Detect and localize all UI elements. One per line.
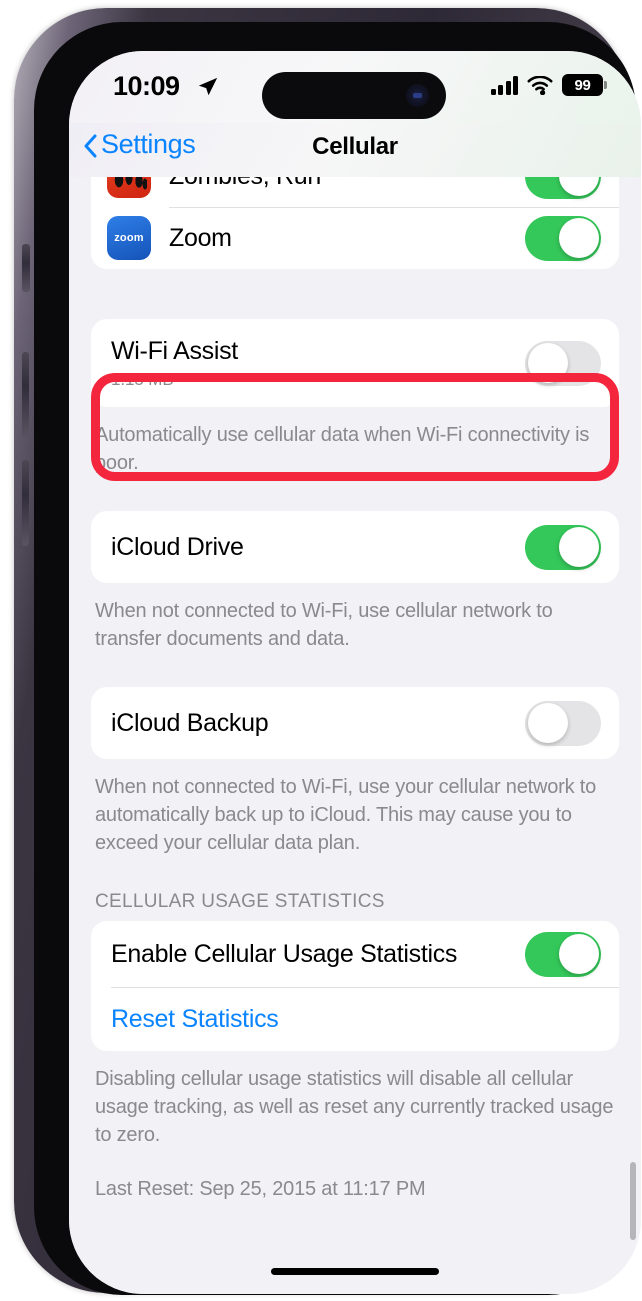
reset-statistics-label: Reset Statistics <box>111 1004 279 1033</box>
toggle-knob <box>558 934 599 974</box>
navigation-bar: Settings Cellular <box>69 123 641 177</box>
volume-up-button[interactable] <box>22 352 29 438</box>
icloud-backup-label: iCloud Backup <box>111 708 269 737</box>
dynamic-island <box>262 72 446 119</box>
toggle-knob <box>527 343 568 383</box>
icloud-drive-card: iCloud Drive <box>91 511 619 583</box>
wifi-assist-row[interactable]: Wi-Fi Assist 1.15 MB <box>91 319 619 407</box>
row-label: Zoom <box>169 223 232 252</box>
enable-statistics-row[interactable]: Enable Cellular Usage Statistics <box>91 921 619 987</box>
table-row[interactable]: zoom Zoom <box>91 207 619 269</box>
settings-list[interactable]: Zombies, Run zoom Zoom <box>69 177 641 1294</box>
home-indicator[interactable] <box>271 1268 439 1275</box>
status-time: 10:09 <box>113 71 180 101</box>
usage-statistics-card: Enable Cellular Usage Statistics Reset S… <box>91 921 619 1051</box>
phone-bezel: 10:09 99 Settings Cellular zoom Zoom Wi-… <box>34 22 641 1295</box>
zoom-toggle[interactable] <box>525 215 601 261</box>
battery-indicator: 99 <box>562 74 607 96</box>
zoom-app-icon: zoom <box>107 216 151 260</box>
status-bar: 10:09 99 <box>69 51 641 123</box>
wifi-assist-toggle[interactable] <box>525 340 601 386</box>
scrollbar[interactable] <box>630 1162 636 1240</box>
toggle-knob <box>558 218 599 258</box>
wifi-assist-usage: 1.15 MB <box>111 369 174 389</box>
zombies-run-toggle[interactable] <box>525 177 601 199</box>
usage-statistics-footnote: Disabling cellular usage statistics will… <box>95 1068 614 1146</box>
icloud-drive-toggle[interactable] <box>525 524 601 570</box>
location-arrow-icon <box>198 77 218 96</box>
icloud-drive-footnote: When not connected to Wi-Fi, use cellula… <box>95 600 553 650</box>
icloud-backup-row[interactable]: iCloud Backup <box>91 687 619 759</box>
apps-card: Zombies, Run zoom Zoom <box>91 177 619 269</box>
icloud-backup-footnote: When not connected to Wi-Fi, use your ce… <box>95 776 597 854</box>
table-row[interactable]: Zombies, Run <box>91 177 619 207</box>
icloud-drive-label: iCloud Drive <box>111 532 244 561</box>
front-camera <box>406 84 429 107</box>
action-button[interactable] <box>22 244 30 292</box>
reset-statistics-row[interactable]: Reset Statistics <box>91 987 619 1051</box>
enable-statistics-label: Enable Cellular Usage Statistics <box>111 939 458 968</box>
phone-screen: 10:09 99 Settings Cellular zoom Zoom Wi-… <box>69 51 641 1294</box>
screenshot-stage: 10:09 99 Settings Cellular zoom Zoom Wi-… <box>0 0 642 1301</box>
zoom-icon-label: zoom <box>114 232 144 244</box>
icloud-backup-toggle[interactable] <box>525 700 601 746</box>
cellular-signal-icon <box>490 75 518 95</box>
status-indicators: 99 <box>490 74 607 96</box>
toggle-knob <box>527 703 568 743</box>
phone-frame: 10:09 99 Settings Cellular zoom Zoom Wi-… <box>14 8 641 1295</box>
wifi-assist-card: Wi-Fi Assist 1.15 MB <box>91 319 619 407</box>
wifi-assist-label: Wi-Fi Assist <box>111 336 238 365</box>
icloud-drive-row[interactable]: iCloud Drive <box>91 511 619 583</box>
battery-level-label: 99 <box>574 76 591 94</box>
zombies-run-app-icon <box>107 177 151 198</box>
enable-statistics-toggle[interactable] <box>525 931 601 977</box>
toggle-knob <box>558 177 599 196</box>
page-title: Cellular <box>312 133 398 160</box>
icloud-backup-card: iCloud Backup <box>91 687 619 759</box>
toggle-knob <box>558 527 599 567</box>
usage-statistics-header: CELLULAR USAGE STATISTICS <box>95 891 385 912</box>
wifi-assist-footnote: Automatically use cellular data when Wi-… <box>95 424 590 474</box>
wifi-icon <box>527 75 553 95</box>
wifi-assist-labels: Wi-Fi Assist 1.15 MB <box>111 337 525 390</box>
volume-down-button[interactable] <box>22 460 29 546</box>
row-label: Zombies, Run <box>169 177 525 191</box>
last-reset-label: Last Reset: Sep 25, 2015 at 11:17 PM <box>95 1178 426 1200</box>
